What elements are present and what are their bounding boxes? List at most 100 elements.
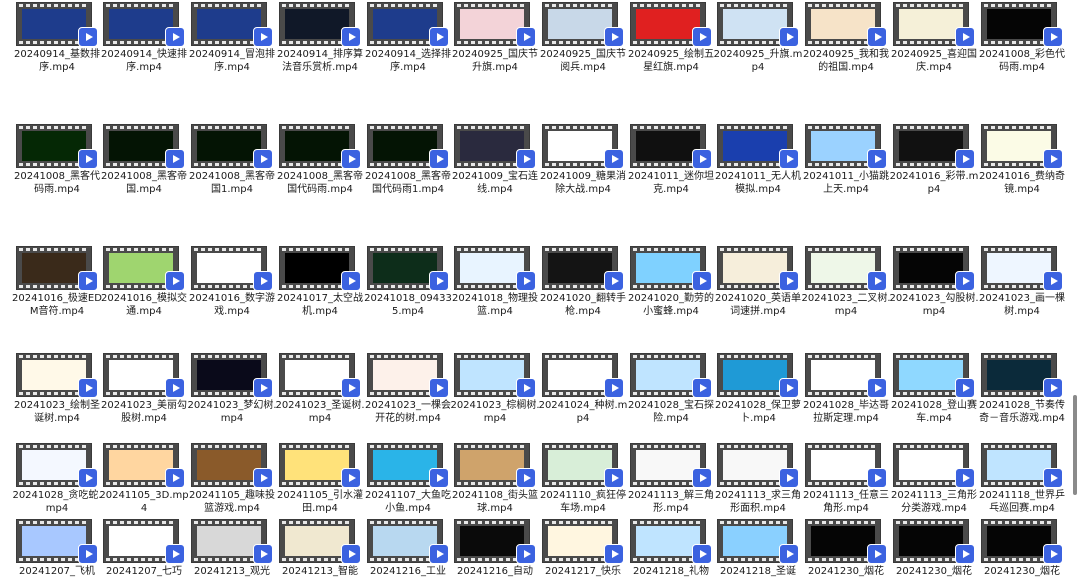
video-frame	[987, 9, 1051, 39]
file-name: 20241016_费纳奇镜.mp4	[979, 171, 1065, 195]
file-name: 20241011_迷你坦克.mp4	[628, 171, 714, 195]
video-player-icon	[429, 27, 449, 47]
file-name: 20241016_数字游戏.mp4	[189, 293, 275, 317]
video-frame	[723, 9, 787, 39]
video-player-icon	[78, 468, 98, 488]
video-player-icon	[78, 27, 98, 47]
video-player-icon	[253, 271, 273, 291]
video-player-icon	[429, 468, 449, 488]
file-name: 20241008_黑客帝国代码雨1.mp4	[365, 171, 451, 195]
video-frame	[373, 526, 437, 556]
video-player-icon	[779, 544, 799, 564]
file-name: 20241216_自动	[457, 566, 533, 577]
video-player-icon	[604, 27, 624, 47]
video-frame	[373, 450, 437, 480]
video-player-icon	[955, 544, 975, 564]
file-name: 20241218_圣诞	[720, 566, 796, 577]
file-name: 20241023_二叉树.mp4	[801, 293, 891, 317]
video-player-icon	[1043, 149, 1063, 169]
video-frame	[285, 526, 349, 556]
video-player-icon	[692, 271, 712, 291]
file-name: 20241023_棕榈树.mp4	[450, 400, 540, 424]
video-frame	[460, 526, 524, 556]
video-frame	[636, 450, 700, 480]
video-player-icon	[341, 378, 361, 398]
video-frame	[373, 131, 437, 161]
video-frame	[899, 9, 963, 39]
file-name: 20241023_一棵会开花的树.mp4	[365, 400, 451, 424]
video-player-icon	[1043, 378, 1063, 398]
video-frame	[109, 360, 173, 390]
video-player-icon	[867, 468, 887, 488]
file-name: 20241023_美丽勾股树.mp4	[101, 400, 187, 424]
file-name: 20241023_勾股树.mp4	[889, 293, 979, 317]
video-player-icon	[253, 149, 273, 169]
video-player-icon	[867, 271, 887, 291]
file-name: 20241008_黑客帝国1.mp4	[189, 171, 275, 195]
file-grid: 20240914_基数排序.mp4 20240914_快速排序.mp4 202409…	[0, 0, 1080, 577]
video-frame	[987, 360, 1051, 390]
video-frame	[22, 9, 86, 39]
video-frame	[723, 253, 787, 283]
file-name: 20241105_引水灌田.mp4	[277, 490, 363, 514]
file-name: 20241213_观光	[194, 566, 270, 577]
video-player-icon	[692, 27, 712, 47]
file-name: 20241008_黑客帝国代码雨.mp4	[277, 171, 363, 195]
file-name: 20241110_疯狂停车场.mp4	[540, 490, 626, 514]
file-name: 20241011_无人机模拟.mp4	[715, 171, 801, 195]
video-player-icon	[78, 378, 98, 398]
file-name: 20241028_节奏传奇－音乐游戏.mp4	[979, 400, 1065, 424]
video-frame	[899, 360, 963, 390]
file-name: 20241016_彩带.mp4	[889, 171, 979, 195]
file-name: 20241230_烟花	[984, 566, 1060, 577]
video-player-icon	[253, 27, 273, 47]
file-name: 20241113_任意三角形.mp4	[803, 490, 889, 514]
video-player-icon	[516, 27, 536, 47]
file-name: 20240914_冒泡排序.mp4	[189, 49, 275, 73]
video-player-icon	[604, 544, 624, 564]
video-frame	[636, 253, 700, 283]
video-frame	[548, 450, 612, 480]
file-name: 20241028_毕达哥拉斯定理.mp4	[803, 400, 889, 424]
video-player-icon	[867, 544, 887, 564]
video-frame	[811, 9, 875, 39]
file-name: 20240925_升旗.mp4	[713, 49, 803, 73]
video-player-icon	[1043, 271, 1063, 291]
video-player-icon	[165, 27, 185, 47]
video-player-icon	[867, 149, 887, 169]
video-player-icon	[692, 544, 712, 564]
video-player-icon	[779, 27, 799, 47]
file-name: 20241018_物理投篮.mp4	[452, 293, 538, 317]
video-player-icon	[429, 544, 449, 564]
video-frame	[811, 360, 875, 390]
file-name: 20240914_基数排序.mp4	[14, 49, 100, 73]
file-name: 20241028_贪吃蛇.mp4	[12, 490, 102, 514]
video-player-icon	[692, 149, 712, 169]
video-frame	[636, 9, 700, 39]
video-frame	[460, 9, 524, 39]
video-player-icon	[604, 271, 624, 291]
video-player-icon	[955, 378, 975, 398]
video-frame	[285, 253, 349, 283]
video-frame	[987, 131, 1051, 161]
video-player-icon	[165, 378, 185, 398]
file-name: 20240925_喜迎国庆.mp4	[891, 49, 977, 73]
video-player-icon	[516, 378, 536, 398]
video-frame	[548, 526, 612, 556]
video-player-icon	[692, 378, 712, 398]
file-name: 20241016_极速EDM音符.mp4	[12, 293, 102, 317]
video-player-icon	[867, 27, 887, 47]
video-frame	[197, 526, 261, 556]
video-player-icon	[1043, 544, 1063, 564]
video-player-icon	[429, 149, 449, 169]
file-name: 20241023_画一棵树.mp4	[979, 293, 1065, 317]
file-name: 20241105_3D.mp4	[99, 490, 189, 514]
file-name: 20240925_国庆节升旗.mp4	[452, 49, 538, 73]
file-name: 20241118_世界乒乓巡回赛.mp4	[979, 490, 1065, 514]
video-frame	[987, 253, 1051, 283]
video-frame	[285, 9, 349, 39]
vertical-scrollbar[interactable]	[1073, 395, 1077, 495]
video-player-icon	[165, 271, 185, 291]
video-frame	[22, 450, 86, 480]
file-name: 20241020_翻转手枪.mp4	[540, 293, 626, 317]
